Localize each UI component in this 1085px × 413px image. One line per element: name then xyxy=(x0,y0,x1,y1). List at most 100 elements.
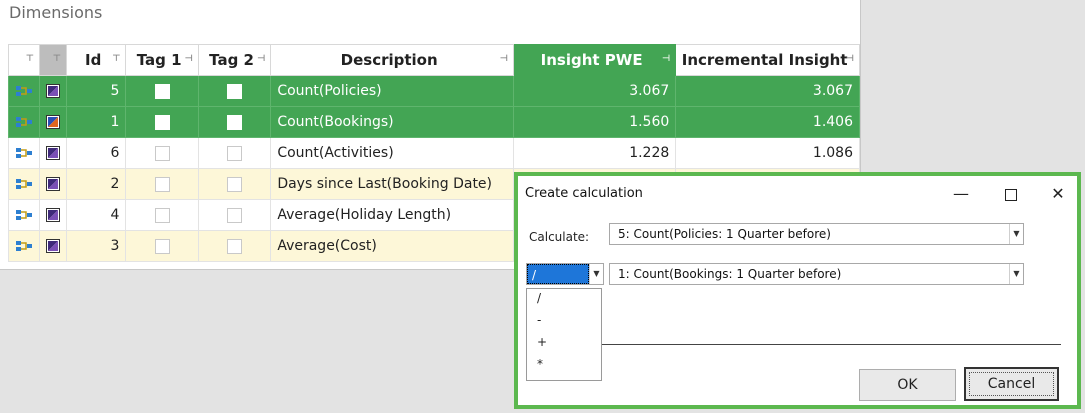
flow-icon xyxy=(15,116,33,128)
row-tag2[interactable] xyxy=(197,168,272,200)
close-button[interactable]: ✕ xyxy=(1038,181,1078,207)
second-operand-combo[interactable]: 1: Count(Bookings: 1 Quarter before) ▼ xyxy=(609,263,1024,285)
tag2-checkbox[interactable] xyxy=(227,207,243,223)
tag2-checkbox[interactable] xyxy=(227,176,243,192)
maximize-button[interactable] xyxy=(991,181,1031,207)
header-tag1[interactable]: Tag 1 ⊣ xyxy=(125,44,199,76)
row-description: Count(Bookings) xyxy=(270,106,515,138)
operator-option[interactable]: * xyxy=(537,357,543,371)
dialog-title: Create calculation xyxy=(525,186,643,201)
header-tag2[interactable]: Tag 2 ⊣ xyxy=(197,44,272,76)
row-incremental: 1.406 xyxy=(675,106,860,138)
header-id-label: Id xyxy=(85,51,102,69)
row-id: 5 xyxy=(65,75,127,107)
tag1-checkbox[interactable] xyxy=(154,207,170,223)
header-id[interactable]: Id ⊤ xyxy=(65,44,127,76)
header-incremental-insight[interactable]: Incremental Insight ⊣ xyxy=(675,44,860,76)
pin-icon: ⊣ xyxy=(499,54,509,64)
calculate-label: Calculate: xyxy=(529,230,590,244)
tag1-checkbox[interactable] xyxy=(154,238,170,254)
pin-icon: ⊣ xyxy=(845,54,854,64)
table-row[interactable]: 5 Count(Policies) 3.067 3.067 xyxy=(8,75,860,107)
row-color-cell xyxy=(39,230,67,262)
operator-combo[interactable]: / ▼ xyxy=(526,263,604,285)
row-color-cell xyxy=(39,168,67,200)
row-tag2[interactable] xyxy=(197,199,272,231)
row-tag1[interactable] xyxy=(125,106,199,138)
row-type-cell xyxy=(8,168,40,200)
row-type-cell xyxy=(8,75,40,107)
row-tag1[interactable] xyxy=(125,137,199,169)
row-description: Days since Last(Booking Date) xyxy=(270,168,515,200)
row-tag2[interactable] xyxy=(197,137,272,169)
row-description: Count(Policies) xyxy=(270,75,515,107)
header-pin-col-2[interactable]: ⊤ xyxy=(39,44,67,76)
tag2-checkbox[interactable] xyxy=(227,83,243,99)
grid-header-row: ⊤ ⊤ Id ⊤ Tag 1 ⊣ Tag 2 ⊣ Description ⊣ Insig… xyxy=(8,44,860,76)
minimize-icon: — xyxy=(953,184,969,203)
flow-icon xyxy=(15,178,33,190)
first-operand-value: 5: Count(Policies: 1 Quarter before) xyxy=(618,227,831,241)
pin-icon: ⊣ xyxy=(662,54,671,64)
triangle-icon xyxy=(46,177,60,191)
row-incremental: 1.086 xyxy=(675,137,860,169)
header-description[interactable]: Description ⊣ xyxy=(270,44,515,76)
tag2-checkbox[interactable] xyxy=(227,114,243,130)
row-description: Average(Holiday Length) xyxy=(270,199,515,231)
table-row[interactable]: 1 Count(Bookings) 1.560 1.406 xyxy=(8,106,860,138)
minimize-button[interactable]: — xyxy=(941,181,981,207)
row-color-cell xyxy=(39,75,67,107)
header-tag2-label: Tag 2 xyxy=(209,51,254,69)
operator-option[interactable]: + xyxy=(537,335,547,349)
tag1-checkbox[interactable] xyxy=(154,83,170,99)
row-id: 1 xyxy=(65,106,127,138)
row-color-cell xyxy=(39,137,67,169)
triangle-icon xyxy=(46,84,60,98)
pin-icon: ⊤ xyxy=(52,54,61,64)
operator-option[interactable]: - xyxy=(537,313,541,327)
row-insight-pwe: 1.560 xyxy=(513,106,677,138)
chevron-down-icon[interactable]: ▼ xyxy=(589,264,603,284)
row-tag1[interactable] xyxy=(125,75,199,107)
row-tag1[interactable] xyxy=(125,199,199,231)
row-tag2[interactable] xyxy=(197,75,272,107)
chevron-down-icon[interactable]: ▼ xyxy=(1009,264,1023,284)
divider xyxy=(602,344,1061,345)
header-pin-col[interactable]: ⊤ xyxy=(8,44,40,76)
row-incremental: 3.067 xyxy=(675,75,860,107)
first-operand-combo[interactable]: 5: Count(Policies: 1 Quarter before) ▼ xyxy=(609,223,1024,245)
tag2-checkbox[interactable] xyxy=(227,238,243,254)
second-operand-value: 1: Count(Bookings: 1 Quarter before) xyxy=(618,267,842,281)
header-insight-pwe[interactable]: Insight PWE ⊣ xyxy=(513,44,677,76)
row-color-cell xyxy=(39,106,67,138)
operator-dropdown-list[interactable]: / - + * xyxy=(526,288,602,381)
cancel-button[interactable]: Cancel xyxy=(964,367,1059,401)
operator-option[interactable]: / xyxy=(537,291,541,305)
tag1-checkbox[interactable] xyxy=(154,176,170,192)
tag2-checkbox[interactable] xyxy=(227,145,243,161)
maximize-icon xyxy=(1005,188,1017,201)
header-tag1-label: Tag 1 xyxy=(136,51,182,69)
row-description: Average(Cost) xyxy=(270,230,515,262)
ok-button[interactable]: OK xyxy=(859,369,956,401)
row-type-cell xyxy=(8,106,40,138)
row-tag1[interactable] xyxy=(125,168,199,200)
panel-title: Dimensions xyxy=(9,3,103,22)
row-tag2[interactable] xyxy=(197,106,272,138)
dialog-titlebar[interactable]: Create calculation — ✕ xyxy=(518,176,1077,212)
triangle-icon xyxy=(46,115,60,129)
row-insight-pwe: 3.067 xyxy=(513,75,677,107)
table-row[interactable]: 6 Count(Activities) 1.228 1.086 xyxy=(8,137,860,169)
row-type-cell xyxy=(8,230,40,262)
chevron-down-icon[interactable]: ▼ xyxy=(1009,224,1023,244)
row-tag1[interactable] xyxy=(125,230,199,262)
tag1-checkbox[interactable] xyxy=(154,114,170,130)
row-tag2[interactable] xyxy=(197,230,272,262)
triangle-icon xyxy=(46,146,60,160)
tag1-checkbox[interactable] xyxy=(154,145,170,161)
close-icon: ✕ xyxy=(1051,184,1065,203)
header-insight-pwe-label: Insight PWE xyxy=(540,51,643,69)
triangle-icon xyxy=(46,208,60,222)
row-id: 6 xyxy=(65,137,127,169)
row-insight-pwe: 1.228 xyxy=(513,137,677,169)
